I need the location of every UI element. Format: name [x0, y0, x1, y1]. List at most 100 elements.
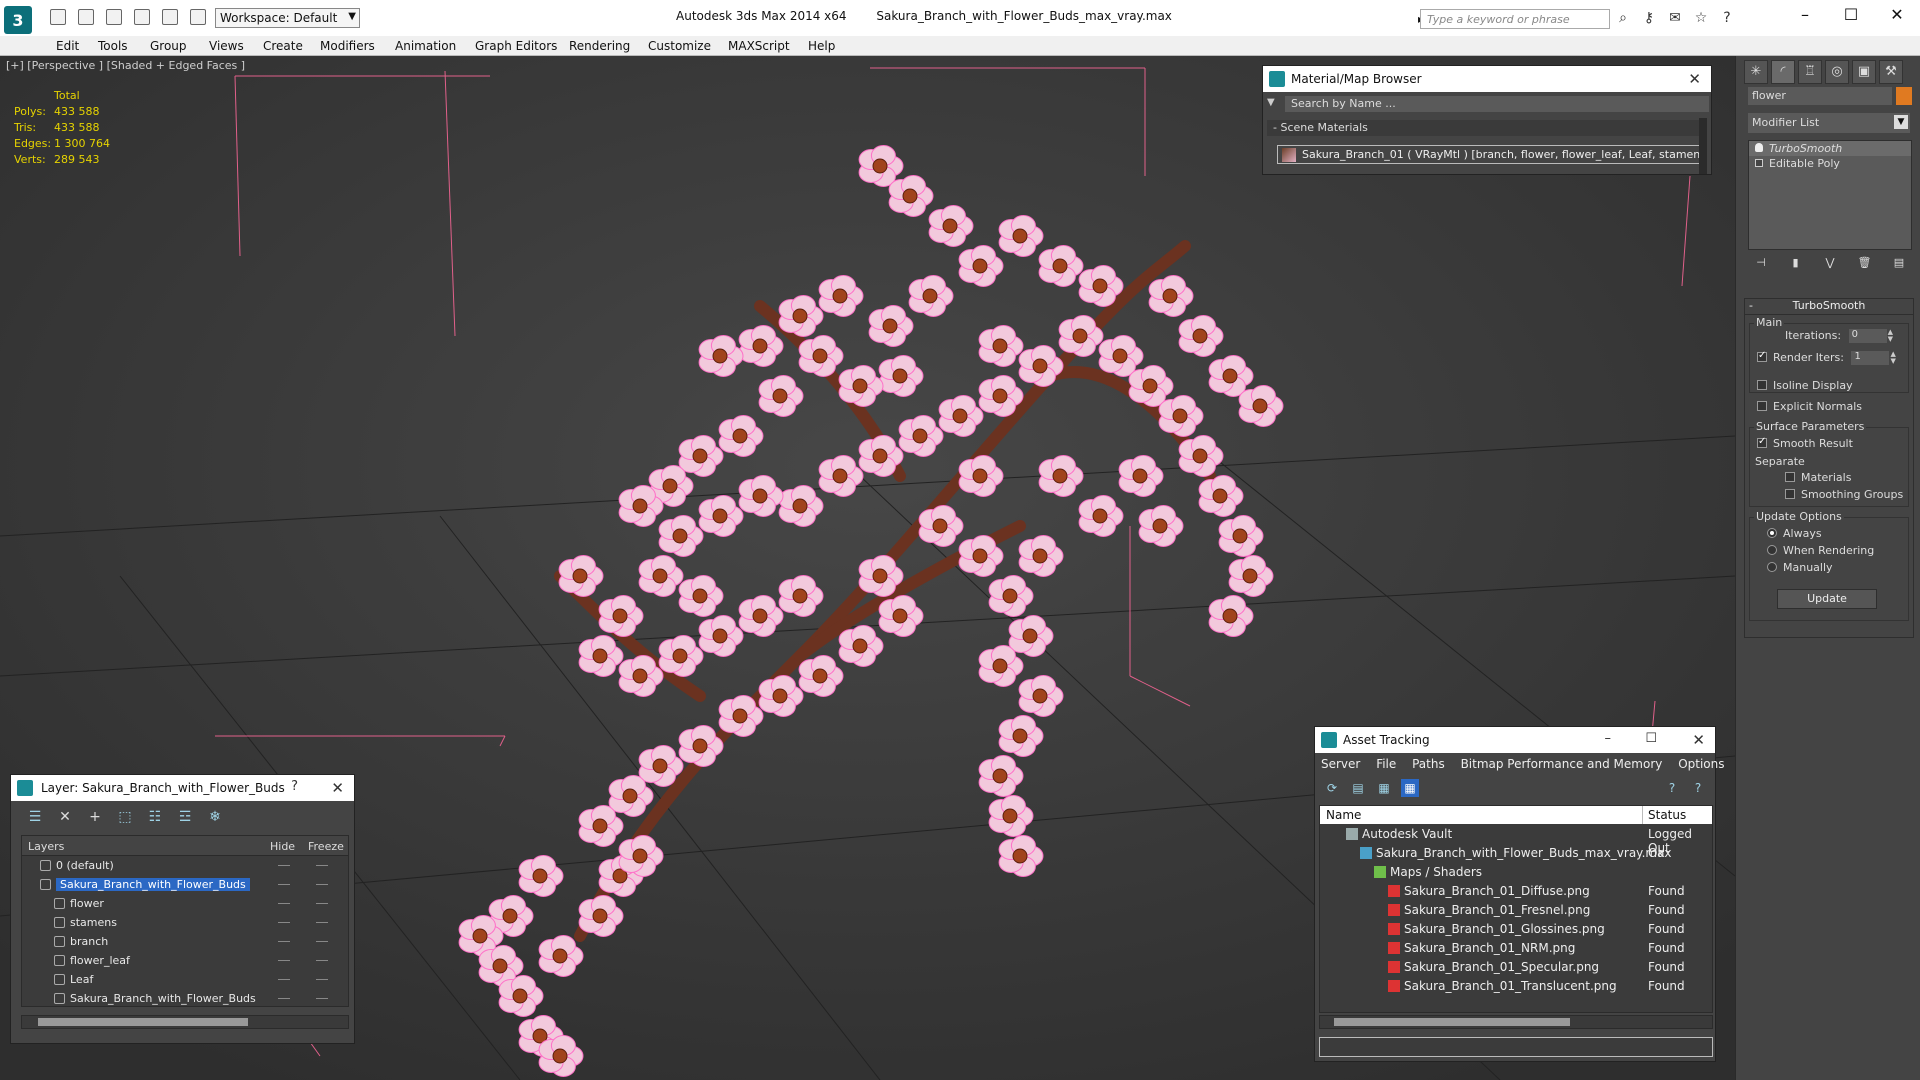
maximize-icon[interactable]: ☐	[1645, 731, 1657, 746]
menu-views[interactable]: Views	[209, 39, 244, 53]
menu-customize[interactable]: Customize	[648, 39, 711, 53]
asset-row[interactable]: Maps / Shaders	[1320, 862, 1712, 881]
render-iters-spinner[interactable]: 1	[1851, 351, 1890, 365]
materials-checkbox[interactable]	[1785, 472, 1795, 482]
layer-panel-titlebar[interactable]: Layer: Sakura_Branch_with_Flower_Buds ? …	[11, 775, 354, 801]
asset-path-field[interactable]	[1319, 1037, 1713, 1057]
help-icon[interactable]: ?	[1719, 10, 1735, 26]
smooth-result-checkbox[interactable]	[1757, 436, 1767, 448]
delete-layer-icon[interactable]: ✕	[55, 807, 75, 827]
close-icon[interactable]: ✕	[1688, 70, 1701, 88]
highlight-layer-icon[interactable]: ☷	[145, 807, 165, 827]
asset-row[interactable]: Sakura_Branch_01_NRM.png Found	[1320, 938, 1712, 957]
layer-row[interactable]: Leaf	[22, 970, 348, 989]
stack-item-editable-poly[interactable]: Editable Poly	[1749, 156, 1911, 171]
menu-bitmap-performance[interactable]: Bitmap Performance and Memory	[1461, 757, 1663, 771]
hide-toggle[interactable]	[278, 922, 290, 923]
search-input[interactable]: Type a keyword or phrase	[1420, 9, 1610, 29]
project-folder-icon[interactable]	[190, 9, 206, 25]
isoline-checkbox[interactable]	[1757, 380, 1767, 390]
hide-toggle[interactable]	[278, 998, 290, 999]
filter-icon[interactable]: ▼	[1267, 97, 1275, 108]
isoline-row[interactable]: Isoline Display	[1757, 379, 1853, 392]
freeze-toggle[interactable]	[316, 884, 328, 885]
refresh-icon[interactable]: ⟳	[1323, 779, 1341, 797]
new-file-icon[interactable]	[50, 9, 66, 25]
pin-stack-icon[interactable]: ⊣	[1754, 256, 1768, 270]
smoothing-groups-row[interactable]: Smoothing Groups	[1785, 488, 1903, 501]
hide-all-layers-icon[interactable]: ☲	[175, 807, 195, 827]
minimize-icon[interactable]: –	[1605, 731, 1612, 746]
asset-tracking-titlebar[interactable]: Asset Tracking – ☐ ✕	[1315, 727, 1715, 753]
utilities-tab-icon[interactable]: ⚒	[1879, 60, 1903, 84]
binoculars-icon[interactable]: ⌕	[1615, 10, 1631, 26]
display-tab-icon[interactable]: ▣	[1852, 60, 1876, 84]
rollout-header[interactable]: - TurboSmooth	[1745, 299, 1913, 315]
motion-tab-icon[interactable]: ◎	[1825, 60, 1849, 84]
menu-tools[interactable]: Tools	[98, 39, 128, 53]
explicit-normals-row[interactable]: Explicit Normals	[1757, 400, 1862, 413]
asset-row[interactable]: Autodesk Vault Logged Out	[1320, 824, 1712, 855]
hide-toggle[interactable]	[278, 941, 290, 942]
open-file-icon[interactable]	[78, 9, 94, 25]
iterations-spinner[interactable]: 0	[1848, 329, 1887, 343]
when-rendering-radio[interactable]	[1767, 545, 1777, 555]
freeze-toggle[interactable]	[316, 960, 328, 961]
minimize-icon[interactable]: –	[1782, 0, 1828, 30]
close-icon[interactable]: ✕	[331, 779, 344, 797]
select-objects-icon[interactable]: ⬚	[115, 807, 135, 827]
expand-icon[interactable]	[1755, 159, 1763, 167]
manually-radio[interactable]	[1767, 562, 1777, 572]
smoothing-groups-checkbox[interactable]	[1785, 489, 1795, 499]
freeze-toggle[interactable]	[316, 922, 328, 923]
asset-row[interactable]: Sakura_Branch_01_Diffuse.png Found	[1320, 881, 1712, 900]
workspace-dropdown[interactable]: Workspace: Default ▼	[215, 8, 360, 28]
smooth-result-row[interactable]: Smooth Result	[1757, 436, 1853, 450]
key-icon[interactable]: ⚷	[1641, 10, 1657, 26]
menu-create[interactable]: Create	[263, 39, 303, 53]
menu-help[interactable]: Help	[808, 39, 835, 53]
asset-row[interactable]: Sakura_Branch_01_Translucent.png Found	[1320, 976, 1712, 995]
asset-row[interactable]: Sakura_Branch_01_Specular.png Found	[1320, 957, 1712, 976]
thumbnail-view-icon[interactable]: ▦	[1375, 779, 1393, 797]
column-divider[interactable]	[1642, 806, 1643, 824]
communication-icon[interactable]: ✉	[1667, 10, 1683, 26]
freeze-toggle[interactable]	[316, 903, 328, 904]
hide-toggle[interactable]	[278, 865, 290, 866]
render-iters-checkbox[interactable]	[1757, 350, 1767, 362]
configure-modifier-sets-icon[interactable]: ▤	[1892, 256, 1906, 270]
scene-materials-group[interactable]: - Scene Materials	[1267, 120, 1703, 136]
list-view-icon[interactable]: ▤	[1349, 779, 1367, 797]
modify-tab-icon[interactable]: ◜	[1771, 60, 1795, 84]
freeze-toggle[interactable]	[316, 979, 328, 980]
layer-row[interactable]: 0 (default)	[22, 856, 348, 875]
always-row[interactable]: Always	[1767, 527, 1822, 540]
col-layers[interactable]: Layers	[28, 840, 64, 853]
save-file-icon[interactable]	[106, 9, 122, 25]
layer-row[interactable]: Sakura_Branch_with_Flower_Buds	[22, 989, 348, 1008]
help-icon[interactable]: ?	[1663, 779, 1681, 797]
menu-rendering[interactable]: Rendering	[569, 39, 630, 53]
spinner-arrows-icon[interactable]: ▲ ▼	[1890, 351, 1895, 365]
create-tab-icon[interactable]: ✳	[1744, 60, 1768, 84]
remove-modifier-icon[interactable]: 🗑	[1858, 256, 1872, 270]
object-color-swatch[interactable]	[1896, 87, 1912, 105]
scroll-thumb[interactable]	[38, 1018, 248, 1026]
col-name[interactable]: Name	[1326, 808, 1361, 822]
freeze-toggle[interactable]	[316, 998, 328, 999]
hide-toggle[interactable]	[278, 979, 290, 980]
close-icon[interactable]: ✕	[1692, 731, 1705, 749]
material-browser-titlebar[interactable]: Material/Map Browser ✕	[1263, 66, 1711, 92]
undo-icon[interactable]	[134, 9, 150, 25]
menu-animation[interactable]: Animation	[395, 39, 456, 53]
menu-server[interactable]: Server	[1321, 757, 1360, 771]
menu-modifiers[interactable]: Modifiers	[320, 39, 375, 53]
material-search-input[interactable]: Search by Name ...	[1285, 96, 1709, 112]
menu-options[interactable]: Options	[1678, 757, 1724, 771]
menu-group[interactable]: Group	[150, 39, 187, 53]
add-to-layer-icon[interactable]: +	[85, 807, 105, 827]
update-button[interactable]: Update	[1777, 589, 1877, 609]
asset-row[interactable]: Sakura_Branch_01_Glossines.png Found	[1320, 919, 1712, 938]
layer-row[interactable]: flower_leaf	[22, 951, 348, 970]
table-view-icon[interactable]: ▦	[1401, 779, 1419, 797]
